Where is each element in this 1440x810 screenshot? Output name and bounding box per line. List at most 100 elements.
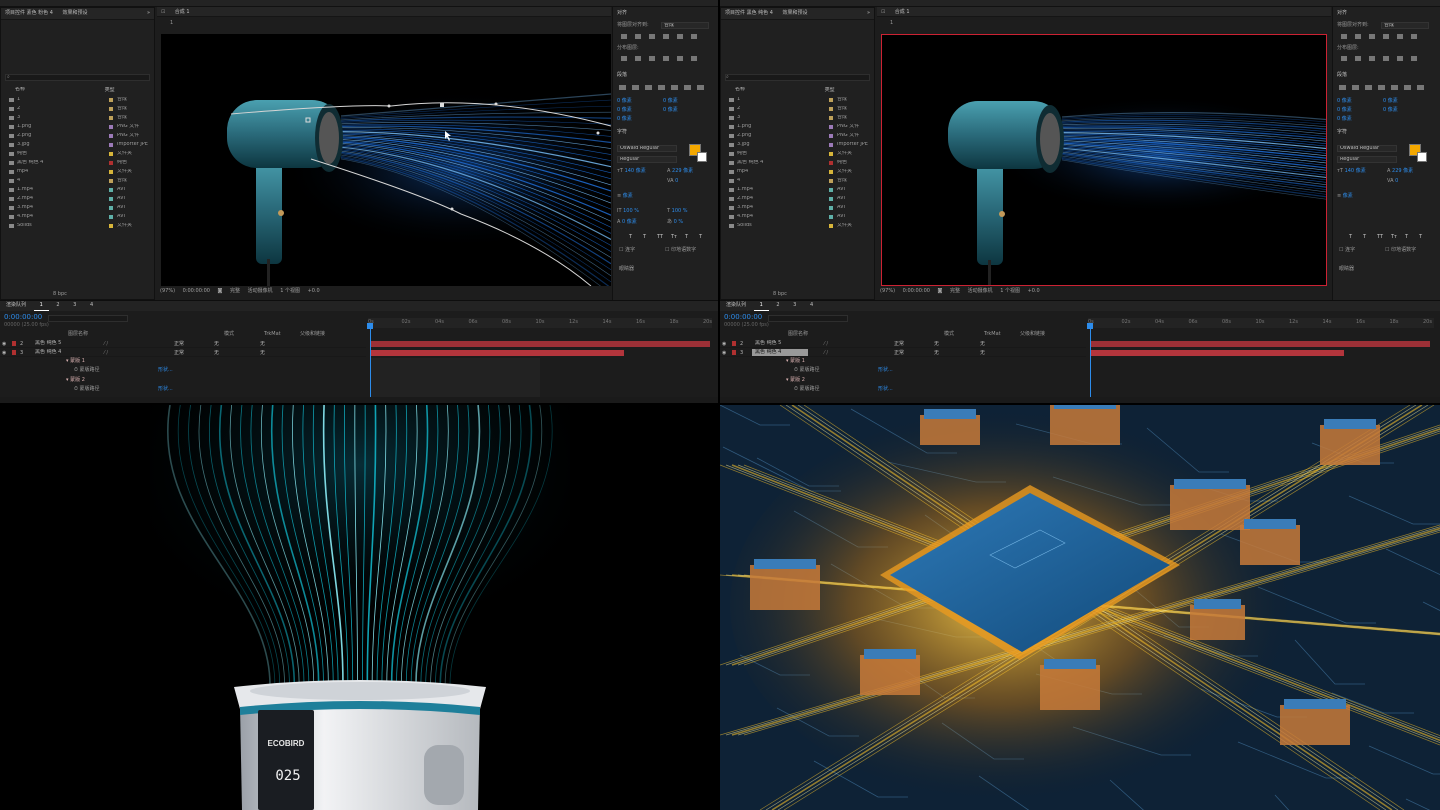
paragraph-value[interactable]: 0 像素	[1337, 98, 1352, 104]
leading-value[interactable]: 229 像素	[1392, 168, 1413, 174]
layer-label-color[interactable]	[732, 341, 736, 346]
comp-tab[interactable]: 合成 1	[171, 7, 194, 16]
column-name[interactable]: 名称	[3, 87, 103, 92]
label-color-swatch[interactable]	[829, 142, 833, 147]
character-header[interactable]: 字符	[1337, 130, 1347, 135]
time-ruler[interactable]: 0s 02s 04s 06s 08s 10s 12s 14s 16s 18s 20s	[368, 318, 712, 328]
column-type[interactable]: 类型	[825, 87, 835, 93]
vertical-scale-field[interactable]: IT 100 %	[617, 209, 639, 214]
stroke-width-field[interactable]: ≡ 像素	[1337, 194, 1353, 199]
paragraph-field[interactable]: 0 像素	[663, 108, 678, 113]
project-item[interactable]: 4 合成	[723, 178, 872, 186]
time-ruler[interactable]: 0s 02s 04s 06s 08s 10s 12s 14s 16s 18s 20s	[1088, 318, 1434, 328]
project-item[interactable]: 3 合成	[3, 115, 152, 123]
paragraph-value[interactable]: 0 像素	[1337, 107, 1352, 113]
leading-field[interactable]: A 229 像素	[1387, 169, 1413, 174]
paragraph-align-icon[interactable]	[671, 85, 678, 90]
align-button-icon[interactable]	[1411, 34, 1417, 39]
layer-parent-dropdown[interactable]: 无	[250, 342, 290, 347]
comp-viewer[interactable]	[161, 34, 611, 286]
col-parent[interactable]: 父级和链接	[1020, 332, 1045, 337]
project-item[interactable]: 2 合成	[723, 106, 872, 114]
comp-1-tab[interactable]: 1	[33, 301, 49, 311]
align-button-icon[interactable]	[677, 34, 683, 39]
text-style-button[interactable]: T	[629, 235, 632, 240]
project-item[interactable]: 纯色 文件夹	[723, 151, 872, 159]
project-item[interactable]: 2 合成	[3, 106, 152, 114]
col-mode[interactable]: 模式	[944, 332, 954, 337]
project-item[interactable]: 3.jpg Importer JPE	[723, 142, 872, 150]
align-button-icon[interactable]	[1383, 34, 1389, 39]
label-color-swatch[interactable]	[109, 142, 113, 147]
text-style-button[interactable]: T	[1419, 235, 1422, 240]
tracking-value[interactable]: 0	[1395, 178, 1398, 184]
effects-tab[interactable]: 效果和预设	[59, 8, 92, 19]
label-color-swatch[interactable]	[829, 115, 833, 120]
label-color-swatch[interactable]	[109, 223, 113, 228]
label-color-swatch[interactable]	[109, 115, 113, 120]
mask-path-row[interactable]: ⏱ 蒙版路径	[794, 387, 820, 392]
layer-switches[interactable]: ⁄ /	[88, 351, 174, 356]
align-button-icon[interactable]	[663, 34, 669, 39]
text-style-button[interactable]: T	[1363, 235, 1366, 240]
project-item[interactable]: 3.jpg Importer JPE	[3, 142, 152, 150]
comp-3-tab[interactable]: 3	[67, 301, 82, 310]
resolution-dropdown[interactable]: 完整	[947, 287, 963, 296]
paragraph-align-icon[interactable]	[1378, 85, 1385, 90]
paragraph-align-icon[interactable]	[645, 85, 652, 90]
bezier-handle[interactable]	[450, 207, 454, 211]
timeline-timecode[interactable]: 0:00:00:00	[724, 314, 762, 321]
label-color-swatch[interactable]	[829, 187, 833, 192]
mask-shape-link[interactable]: 形状...	[878, 368, 893, 373]
vertical-scale-value[interactable]: 100 %	[623, 208, 639, 214]
align-button-icon[interactable]	[1369, 34, 1375, 39]
leading-value[interactable]: 229 像素	[672, 168, 693, 174]
paragraph-align-icon[interactable]	[1417, 85, 1424, 90]
project-search-input[interactable]: ⌕	[5, 74, 150, 81]
font-size-field[interactable]: ᴛT 140 像素	[1337, 169, 1366, 174]
text-style-button[interactable]: T	[1405, 235, 1408, 240]
label-color-swatch[interactable]	[109, 124, 113, 129]
paragraph-align-icon[interactable]	[1404, 85, 1411, 90]
project-item[interactable]: 2.png PNG 文件	[723, 133, 872, 141]
stroke-width-value[interactable]: 像素	[1343, 193, 1353, 199]
layer-label-color[interactable]	[12, 350, 16, 355]
ligature-checkbox[interactable]: ☐ 连字	[1339, 248, 1355, 253]
mask-shape-link[interactable]: 形状...	[158, 387, 173, 392]
col-trkmat[interactable]: TrkMat	[984, 332, 1001, 337]
align-to-dropdown[interactable]: 合成	[1381, 22, 1429, 29]
tracking-field[interactable]: VA 0	[1387, 179, 1398, 184]
label-color-swatch[interactable]	[109, 160, 113, 165]
font-style-dropdown[interactable]: Regular	[1337, 156, 1397, 163]
align-button-icon[interactable]	[691, 34, 697, 39]
stroke-width-value[interactable]: 像素	[623, 193, 633, 199]
project-item[interactable]: 黑色 纯色 4 纯色	[3, 160, 152, 168]
layer-trkmat-dropdown[interactable]: 无	[934, 351, 970, 356]
tracker-link[interactable]: 眼睛器	[619, 267, 634, 272]
paragraph-value[interactable]: 0 像素	[1383, 98, 1398, 104]
resolution-dropdown[interactable]: 完整	[227, 287, 243, 296]
bezier-handle[interactable]	[387, 104, 391, 108]
hindi-digits-checkbox[interactable]: ☐ 印地语数字	[1385, 248, 1416, 253]
col-trkmat[interactable]: TrkMat	[264, 332, 281, 337]
stroke-color-swatch[interactable]	[697, 152, 707, 162]
layer-name[interactable]: 黑色 纯色 4	[32, 349, 88, 356]
distribute-button-icon[interactable]	[649, 56, 655, 61]
layer-parent-dropdown[interactable]: 无	[970, 351, 1010, 356]
paragraph-align-icon[interactable]	[619, 85, 626, 90]
paragraph-header[interactable]: 段落	[617, 73, 627, 78]
project-tab[interactable]: 项目控件 黑色 纯色 4	[721, 8, 777, 19]
layer-mode-dropdown[interactable]: 正常	[894, 342, 934, 347]
layer-trkmat-dropdown[interactable]: 无	[934, 342, 970, 347]
panel-expand-icon[interactable]: »	[863, 8, 874, 19]
text-style-button[interactable]: T	[685, 235, 688, 240]
layer-switches[interactable]: ⁄ /	[808, 342, 894, 347]
paragraph-header[interactable]: 段落	[1337, 73, 1347, 78]
align-button-icon[interactable]	[649, 34, 655, 39]
paragraph-value[interactable]: 0 像素	[663, 98, 678, 104]
label-color-swatch[interactable]	[109, 151, 113, 156]
layer-switches[interactable]: ⁄ /	[88, 342, 174, 347]
bezier-handle[interactable]	[494, 102, 498, 106]
camera-dropdown[interactable]: 活动摄像机	[965, 287, 996, 296]
project-search-input[interactable]: ⌕	[725, 74, 870, 81]
